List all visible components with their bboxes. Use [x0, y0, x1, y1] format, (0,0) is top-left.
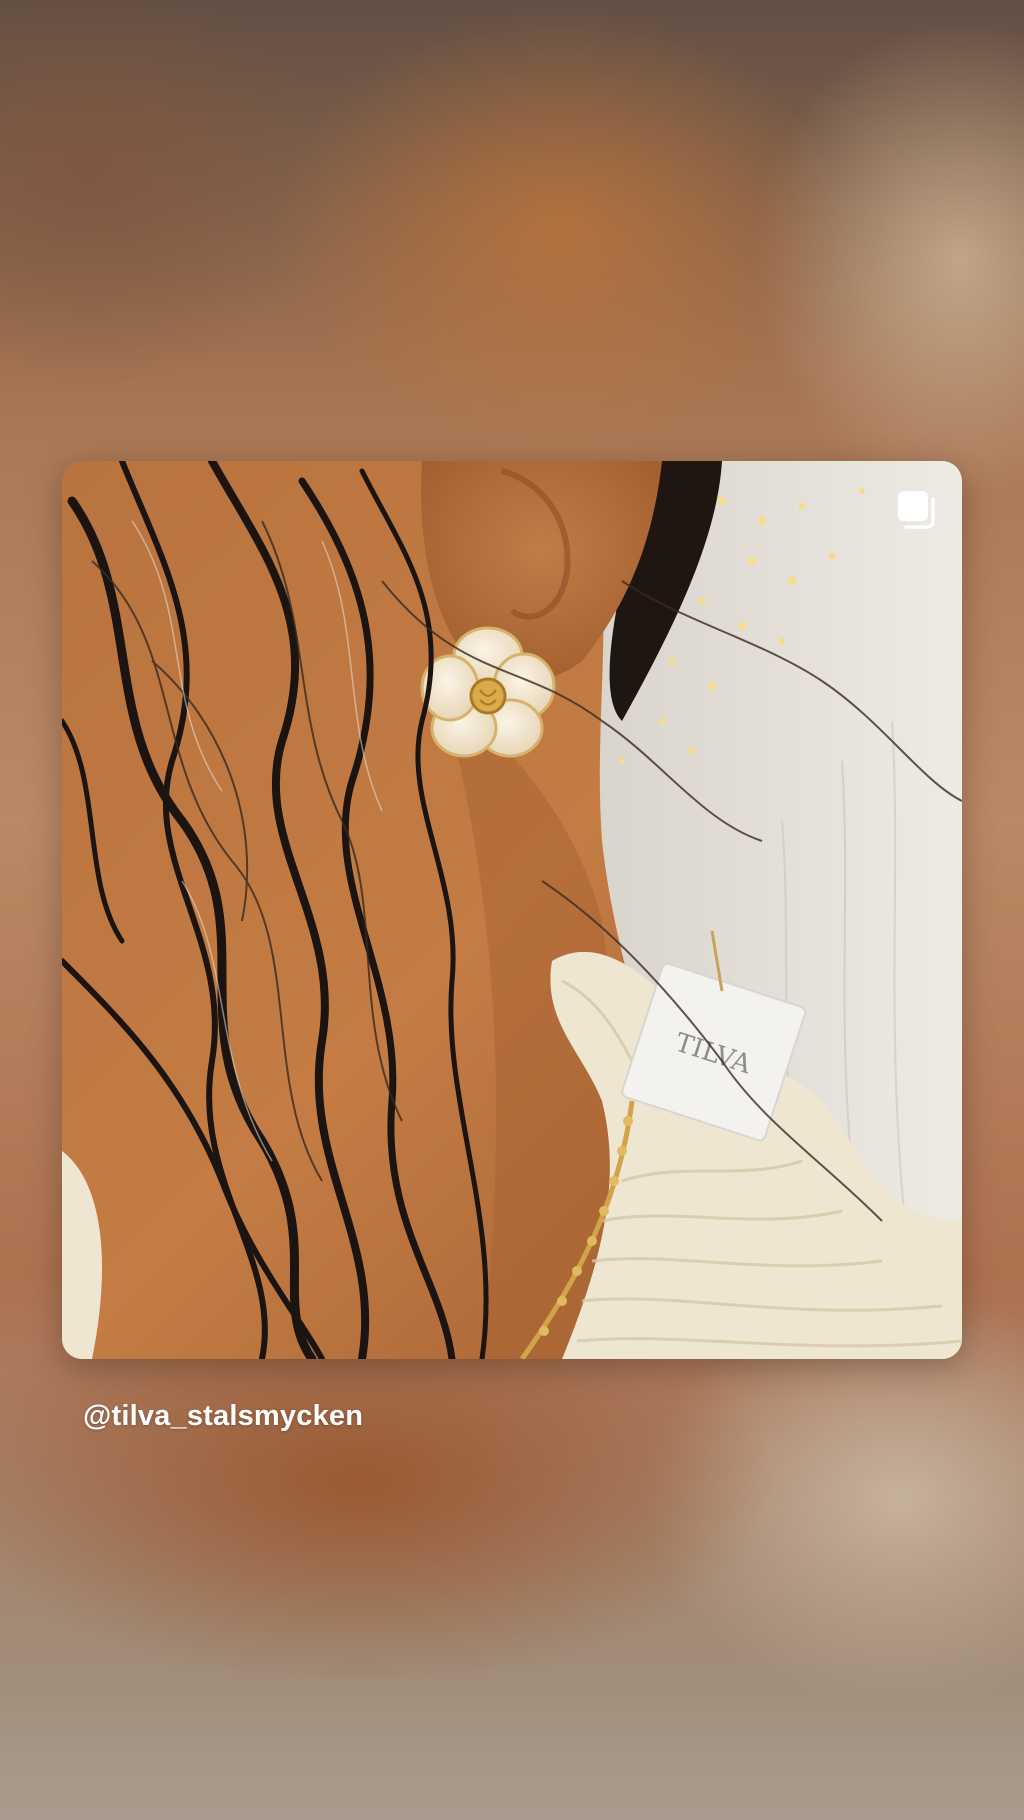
shared-post-card[interactable]: TILVA	[62, 461, 962, 1359]
post-author-username[interactable]: @tilva_stalsmycken	[83, 1400, 363, 1433]
multi-post-icon	[898, 491, 935, 529]
post-photo: TILVA	[62, 461, 962, 1359]
story-screen: TILVA @tilva_stalsmycken	[0, 0, 1024, 1820]
